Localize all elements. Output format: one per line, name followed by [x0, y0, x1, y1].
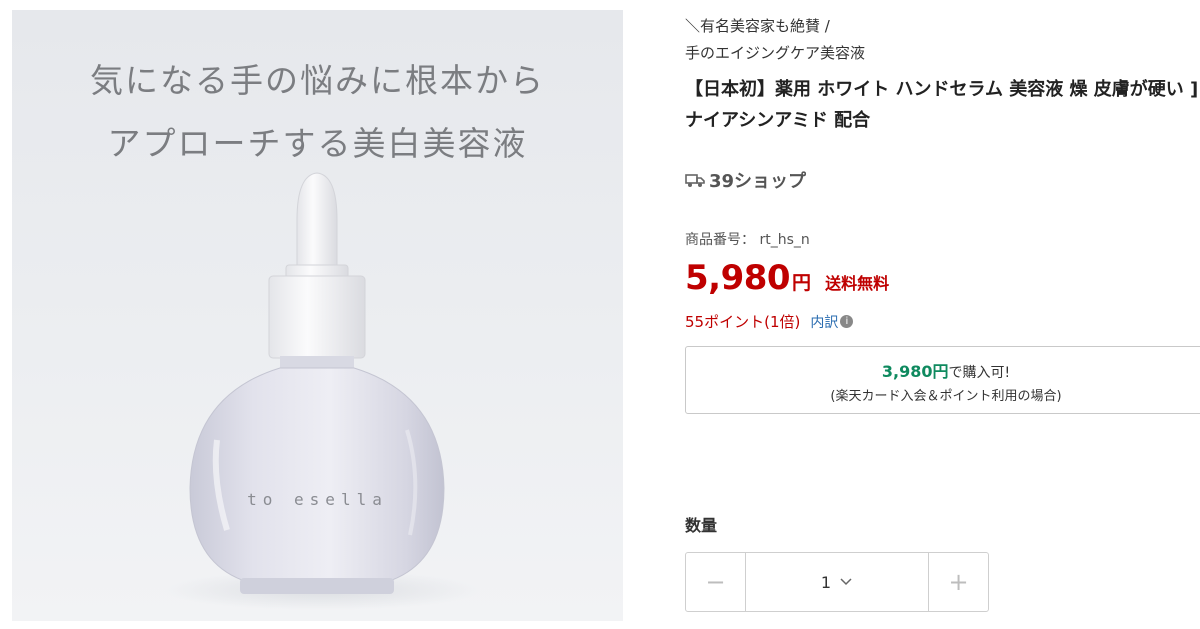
quantity-select[interactable]: 1 — [746, 553, 928, 611]
points-value: 55ポイント(1倍) — [685, 313, 801, 331]
truck-icon — [685, 174, 705, 187]
info-icon[interactable]: i — [840, 315, 854, 328]
quantity-increase-button[interactable]: + — [928, 553, 988, 611]
card-promo-dropdown[interactable]: 3,980円で購入可! (楽天カード入会＆ポイント利用の場合) — [685, 346, 1200, 414]
product-tagline: ＼有名美容家も絶賛 / — [685, 17, 830, 35]
item-number-label: 商品番号： — [685, 232, 755, 248]
item-number-value: rt_hs_n — [759, 232, 810, 248]
free-shipping-label: 送料無料 — [825, 274, 890, 293]
shop-name: 39ショップ — [709, 171, 807, 192]
price-row: 5,980 円 送料無料 — [685, 258, 889, 298]
product-title: 【日本初】薬用 ホワイト ハンドセラム 美容液 燥 皮膚が硬い ] ナイアシンア… — [685, 79, 1199, 131]
item-number: 商品番号： rt_hs_n — [685, 229, 810, 249]
product-subtitle: 手のエイジングケア美容液 — [685, 44, 866, 62]
price-currency: 円 — [792, 272, 812, 294]
promo-note: (楽天カード入会＆ポイント利用の場合) — [830, 389, 1062, 404]
quantity-label: 数量 — [685, 516, 718, 535]
serum-bottle-illustration — [189, 172, 445, 594]
promo-price: 3,980円 — [881, 362, 949, 381]
chevron-down-icon — [840, 578, 852, 586]
price-value: 5,980 — [685, 258, 791, 298]
bottle-brand-label: to esella — [247, 490, 388, 509]
quantity-decrease-button[interactable]: − — [686, 553, 746, 611]
points-breakdown-link[interactable]: 内訳 — [810, 312, 838, 332]
product-info-panel: ＼有名美容家も絶賛 / 手のエイジングケア美容液 【日本初】薬用 ホワイト ハン… — [685, 0, 1200, 629]
shop-link[interactable]: 39ショップ — [685, 167, 806, 193]
points-row: 55ポイント(1倍) 内訳 i — [685, 311, 854, 332]
quantity-stepper: − 1 + — [685, 552, 989, 612]
promo-price-suffix: で購入可! — [948, 365, 1011, 381]
quantity-value: 1 — [820, 572, 832, 592]
product-image: 気になる手の悩みに根本から アプローチする美白美容液 to esella — [12, 10, 623, 621]
promo-price-line: 3,980円で購入可! — [686, 358, 1200, 382]
